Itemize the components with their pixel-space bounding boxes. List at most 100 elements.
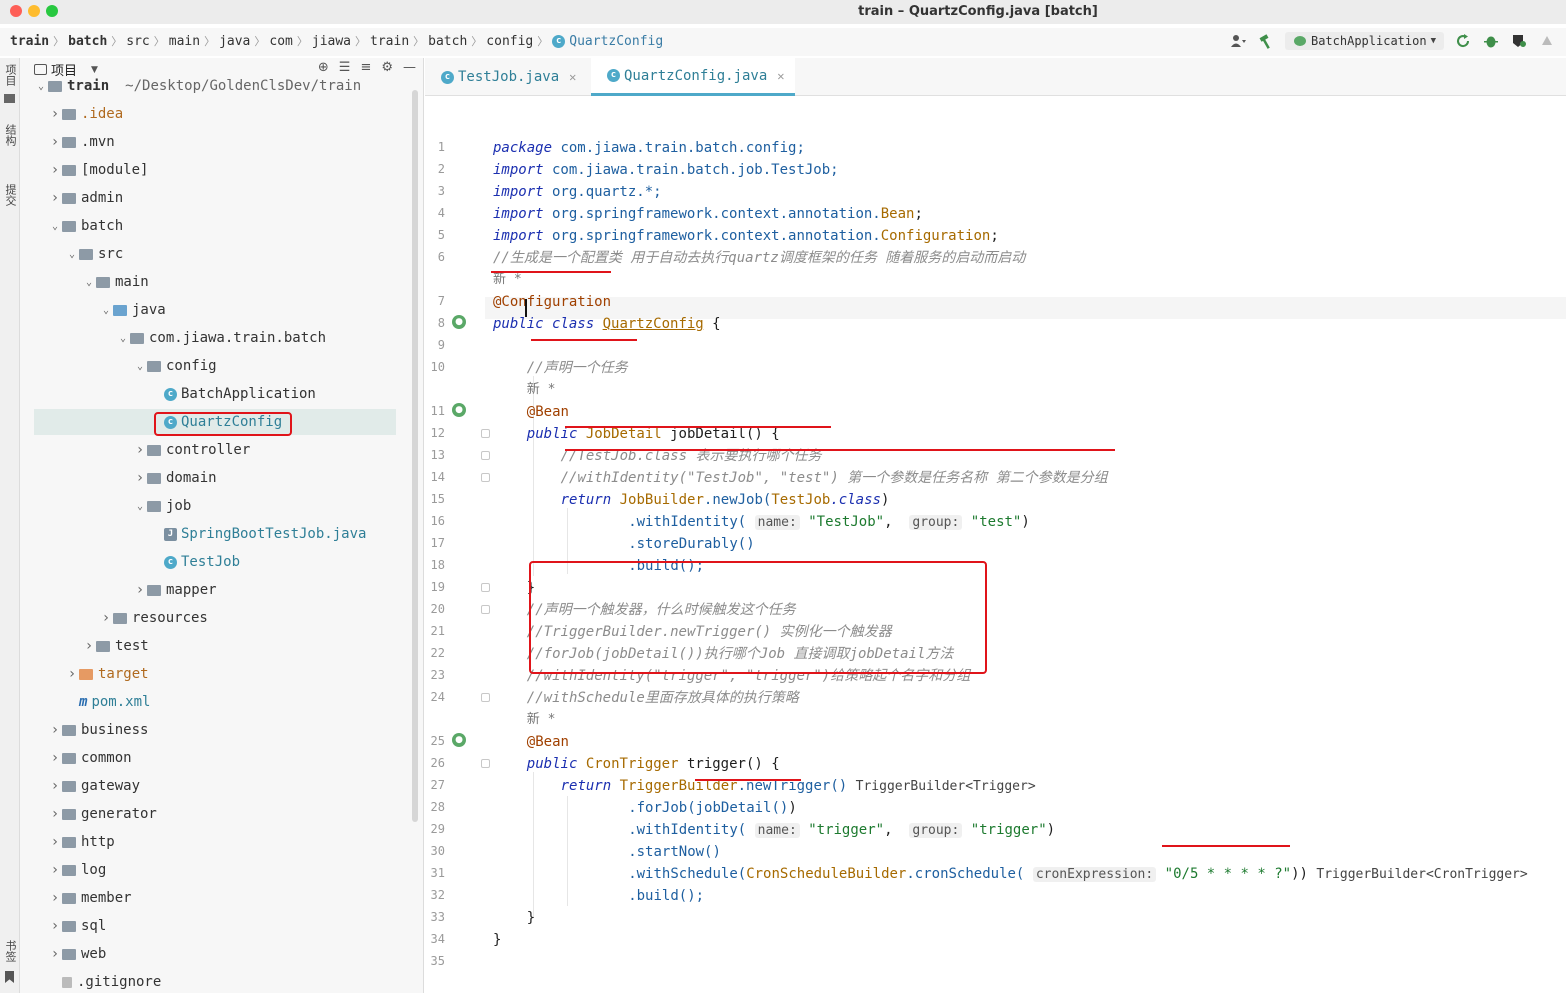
chevron-down-icon[interactable]: ⌄ xyxy=(82,277,96,288)
chevron-down-icon[interactable]: ⌄ xyxy=(65,249,79,260)
chevron-right-icon[interactable]: › xyxy=(48,806,62,822)
code-token: org.springframework.context.annotation. xyxy=(543,206,881,222)
chevron-right-icon[interactable]: › xyxy=(48,722,62,738)
tab-quartzconfig[interactable]: c QuartzConfig.java ✕ xyxy=(591,58,795,96)
chevron-right-icon[interactable]: › xyxy=(48,190,62,206)
tree-item[interactable]: › .idea xyxy=(20,100,423,128)
chevron-down-icon[interactable]: ⌄ xyxy=(133,361,147,372)
parameter-hint: group: xyxy=(909,823,963,838)
breadcrumb-item[interactable]: batch 〉 xyxy=(428,33,486,49)
chevron-right-icon[interactable]: › xyxy=(99,610,113,626)
tree-item[interactable]: c BatchApplication xyxy=(20,380,423,408)
tab-testjob[interactable]: c TestJob.java ✕ xyxy=(425,58,586,96)
chevron-right-icon[interactable]: › xyxy=(48,750,62,766)
breadcrumb-item[interactable]: train 〉 xyxy=(370,33,428,49)
tree-item[interactable]: › resources xyxy=(20,604,423,632)
chevron-down-icon[interactable]: ⌄ xyxy=(99,305,113,316)
tree-item-label: main xyxy=(115,274,149,290)
tree-item[interactable]: › admin xyxy=(20,184,423,212)
tree-item[interactable]: › mapper xyxy=(20,576,423,604)
tree-root[interactable]: ⌄ train ~/Desktop/GoldenClsDev/train xyxy=(20,72,423,100)
tree-item[interactable]: ⌄ config xyxy=(20,352,423,380)
hammer-icon[interactable] xyxy=(1257,32,1275,50)
tree-item[interactable]: ⌄ job xyxy=(20,492,423,520)
code-line: import com.jiawa.train.batch.job.TestJob… xyxy=(493,159,839,181)
coverage-icon[interactable] xyxy=(1510,32,1528,50)
chevron-right-icon[interactable]: › xyxy=(133,470,147,486)
chevron-down-icon[interactable]: ⌄ xyxy=(48,221,62,232)
tree-item[interactable]: ⌄ com.jiawa.train.batch xyxy=(20,324,423,352)
chevron-right-icon[interactable]: › xyxy=(48,862,62,878)
chevron-right-icon[interactable]: › xyxy=(48,946,62,962)
debug-icon[interactable] xyxy=(1482,32,1500,50)
tree-scrollbar[interactable] xyxy=(412,90,418,822)
rerun-icon[interactable] xyxy=(1454,32,1472,50)
tree-item[interactable]: › business xyxy=(20,716,423,744)
tree-item[interactable]: › test xyxy=(20,632,423,660)
user-icon[interactable] xyxy=(1229,32,1247,50)
tree-item[interactable]: m pom.xml xyxy=(20,688,423,716)
chevron-right-icon[interactable]: › xyxy=(48,778,62,794)
run-configuration-selector[interactable]: BatchApplication ▼ xyxy=(1284,32,1444,50)
tree-item[interactable]: › http xyxy=(20,828,423,856)
code-token: .withSchedule( xyxy=(628,866,747,882)
chevron-right-icon[interactable]: › xyxy=(48,890,62,906)
code-token: "trigger" xyxy=(970,822,1047,838)
tree-item[interactable]: › member xyxy=(20,884,423,912)
folder-icon xyxy=(4,94,15,103)
chevron-down-icon[interactable]: ⌄ xyxy=(133,501,147,512)
chevron-right-icon[interactable]: › xyxy=(48,106,62,122)
tree-item[interactable]: › log xyxy=(20,856,423,884)
chevron-right-icon[interactable]: › xyxy=(65,666,79,682)
close-icon[interactable]: ✕ xyxy=(569,70,576,84)
breadcrumb-item[interactable]: train 〉 xyxy=(10,33,68,49)
tree-item-label: pom.xml xyxy=(91,694,151,710)
tree-item[interactable]: ⌄ batch xyxy=(20,212,423,240)
tree-item[interactable]: › common xyxy=(20,744,423,772)
title-bar: train – QuartzConfig.java [batch] xyxy=(0,0,1566,24)
tree-item-label: target xyxy=(98,666,149,682)
tree-item[interactable]: ⌄ main xyxy=(20,268,423,296)
close-icon[interactable]: ✕ xyxy=(777,69,784,83)
tab-structure[interactable]: 结构 xyxy=(2,124,18,146)
breadcrumb-item[interactable]: config 〉 xyxy=(486,33,552,49)
chevron-right-icon[interactable]: › xyxy=(48,134,62,150)
tree-item[interactable]: › .mvn xyxy=(20,128,423,156)
code-line: .build(); xyxy=(628,885,704,907)
breadcrumb-item[interactable]: batch 〉 xyxy=(68,33,126,49)
tab-commit[interactable]: 提交 xyxy=(2,184,18,206)
breadcrumb-item[interactable]: src 〉 xyxy=(126,33,168,49)
chevron-right-icon[interactable]: › xyxy=(48,918,62,934)
chevron-right-icon[interactable]: › xyxy=(48,162,62,178)
tree-item[interactable]: › gateway xyxy=(20,772,423,800)
tree-item[interactable]: › domain xyxy=(20,464,423,492)
chevron-down-icon[interactable]: ⌄ xyxy=(116,333,130,344)
tree-item[interactable]: › [module] xyxy=(20,156,423,184)
more-icon[interactable] xyxy=(1538,32,1556,50)
breadcrumb-item[interactable]: main 〉 xyxy=(169,33,219,49)
breadcrumb-item[interactable]: com 〉 xyxy=(269,33,311,49)
chevron-right-icon[interactable]: › xyxy=(133,582,147,598)
chevron-right-icon[interactable]: › xyxy=(82,638,96,654)
tree-item[interactable]: ⌄ java xyxy=(20,296,423,324)
breadcrumb-item[interactable]: java 〉 xyxy=(219,33,269,49)
tree-item[interactable]: J SpringBootTestJob.java xyxy=(20,520,423,548)
breadcrumb-item-current[interactable]: c QuartzConfig xyxy=(552,34,663,49)
tab-bookmarks[interactable]: 书签 xyxy=(2,940,18,962)
code-line: @Configuration xyxy=(493,291,611,313)
tree-item[interactable]: › web xyxy=(20,940,423,968)
code-area[interactable]: package com.jiawa.train.batch.config; imp… xyxy=(425,96,1566,993)
tree-item[interactable]: .gitignore xyxy=(20,968,423,993)
tree-item[interactable]: ⌄ src xyxy=(20,240,423,268)
chevron-right-icon[interactable]: › xyxy=(133,442,147,458)
tree-item[interactable]: › sql xyxy=(20,912,423,940)
tab-project[interactable]: 项目 xyxy=(2,64,18,86)
tree-item[interactable]: › controller xyxy=(20,436,423,464)
tree-item[interactable]: › target xyxy=(20,660,423,688)
breadcrumb-item[interactable]: jiawa 〉 xyxy=(312,33,370,49)
tree-item[interactable]: › generator xyxy=(20,800,423,828)
code-token: public class xyxy=(493,316,595,332)
chevron-right-icon[interactable]: › xyxy=(48,834,62,850)
tree-item[interactable]: c TestJob xyxy=(20,548,423,576)
java-file-icon: J xyxy=(164,527,177,541)
